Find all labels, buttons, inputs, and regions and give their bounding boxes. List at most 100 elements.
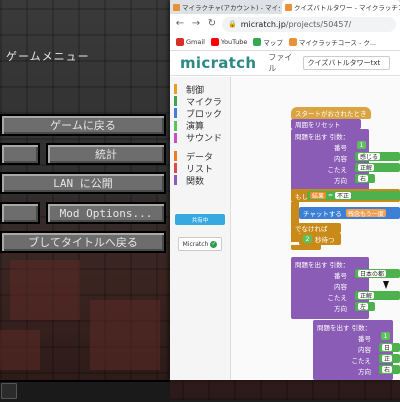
param-answer-label: こたえ [351, 357, 372, 365]
back-to-game-button[interactable]: ゲームに戻る [0, 114, 166, 136]
category-swatch [174, 120, 177, 131]
bookmark-label: マップ [263, 39, 283, 47]
block-workspace[interactable]: スタートがおされたとき 周囲をリセット 問題を出す 引数： 番号 1 内容 感じ… [231, 77, 400, 380]
content-input[interactable]: 感じる [355, 152, 400, 161]
direction-text: 右 [382, 366, 393, 373]
content-input[interactable]: 日本の都 [355, 269, 400, 278]
wait-block[interactable]: 2 秒待つ [299, 233, 341, 245]
account-button[interactable]: Micratch ✓ [178, 237, 222, 251]
micratch-favicon-icon [288, 38, 297, 46]
when-start-block[interactable]: スタートがおされたとき [291, 107, 371, 119]
category-swatch [174, 132, 177, 143]
answer-text: 正解 [358, 164, 375, 171]
param-content-label: 内容 [334, 155, 347, 163]
direction-input[interactable]: 右 [355, 174, 375, 183]
mouse-cursor-icon [383, 281, 389, 289]
category-list[interactable]: リスト [170, 162, 230, 175]
category-functions[interactable]: 関数 [170, 174, 230, 187]
param-direction-label: 方向 [334, 305, 347, 313]
micratch-favicon-icon [173, 3, 180, 11]
category-sound[interactable]: サウンド [170, 132, 230, 144]
category-swatch [174, 108, 177, 119]
direction-input[interactable]: 右 [379, 365, 400, 374]
category-swatch [174, 96, 177, 107]
hotbar-slot [1, 383, 17, 399]
category-data[interactable]: データ [170, 150, 230, 163]
direction-input[interactable]: 左 [355, 302, 375, 311]
wait-seconds-input[interactable]: 2 [303, 235, 312, 243]
reload-icon[interactable]: ↻ [206, 18, 218, 30]
param-content-label: 内容 [358, 346, 371, 354]
category-label: 関数 [186, 176, 205, 187]
mod-options-button[interactable]: Mod Options... [46, 202, 166, 224]
browser-toolbar: ← → ↻ 🔒 micratch.jp/projects/50457/ [170, 14, 400, 34]
direction-text: 右 [358, 175, 369, 182]
micratch-logo[interactable]: micratch [180, 54, 256, 72]
save-and-quit-button[interactable]: ブしてタイトルへ戻る [0, 231, 166, 253]
background-brick [10, 260, 80, 320]
category-operators[interactable]: 演算 [170, 120, 230, 132]
project-name-input[interactable]: クイズバトルタワーtxt [302, 55, 390, 70]
tab-label: マイラクチャ(アカウント) - マイクラ [182, 4, 280, 12]
share-button[interactable]: 共有中 [175, 214, 225, 225]
category-swatch [174, 150, 177, 161]
if-block-arm [291, 202, 299, 242]
tab-quiz-battle-tower[interactable]: クイズバトルタワー - マイクラッチコ... [282, 0, 400, 14]
number-input[interactable]: 1 [357, 141, 366, 149]
category-label: リスト [186, 164, 214, 175]
param-number-label: 番号 [358, 335, 371, 343]
category-control[interactable]: 制御 [170, 83, 230, 96]
content-text: 日本の都 [358, 270, 387, 277]
chat-block[interactable]: チャットする 残念もう一度 [299, 207, 400, 219]
else-label: でなければ [291, 223, 341, 233]
number-input[interactable]: 1 [381, 332, 390, 340]
statistics-button[interactable]: 統計 [46, 143, 166, 165]
forward-arrow-icon[interactable]: → [190, 18, 202, 30]
advancements-button[interactable] [0, 143, 40, 165]
open-to-lan-button[interactable]: LAN に公開 [0, 172, 166, 194]
bookmark-label: マイクラッチコース - ク... [298, 39, 377, 47]
direction-text: 左 [358, 303, 369, 310]
hotbar [0, 380, 170, 402]
block-label: 問題を出す 引数： [295, 133, 350, 141]
options-button[interactable] [0, 202, 40, 224]
block-label: 問題を出す 引数： [317, 324, 372, 332]
block-label: 問題を出す 引数： [295, 261, 350, 269]
bookmark-maps[interactable]: マップ [253, 37, 283, 47]
address-bar[interactable]: 🔒 micratch.jp/projects/50457/ [222, 16, 396, 32]
category-block[interactable]: ブロック [170, 107, 230, 120]
tab-strip: マイラクチャ(アカウント) - マイクラ クイズバトルタワー - マイクラッチコ… [170, 0, 400, 14]
gmail-icon [176, 38, 184, 46]
maps-icon [253, 38, 262, 46]
bookmark-youtube[interactable]: YouTube [210, 38, 247, 46]
param-number-label: 番号 [334, 144, 347, 152]
back-arrow-icon[interactable]: ← [174, 18, 186, 30]
param-direction-label: 方向 [358, 368, 371, 376]
bookmark-gmail[interactable]: Gmail [176, 38, 205, 46]
param-content-label: 内容 [334, 283, 347, 291]
category-label: サウンド [186, 134, 223, 145]
condition-expression[interactable]: 結果 = 不正 [307, 191, 400, 200]
answer-input[interactable]: 正 [379, 354, 400, 363]
content-text: 感じる [358, 153, 381, 160]
variable-result: 結果 [310, 192, 327, 199]
param-direction-label: 方向 [334, 177, 347, 185]
category-label: データ [186, 152, 214, 163]
category-label: 制御 [186, 85, 205, 96]
category-swatch [174, 84, 177, 94]
answer-input[interactable]: 正解 [355, 291, 400, 300]
bookmarks-bar: Gmail YouTube マップ マイクラッチコース - ク... [170, 34, 400, 51]
tab-micratch-account[interactable]: マイラクチャ(アカウント) - マイクラ [170, 0, 280, 14]
bookmark-micratch-course[interactable]: マイクラッチコース - ク... [288, 37, 377, 47]
answer-input[interactable]: 正解 [355, 163, 400, 172]
lock-icon: 🔒 [228, 20, 237, 28]
category-minecraft[interactable]: マイクラ [170, 95, 230, 108]
reset-block[interactable]: 周囲をリセット [291, 119, 361, 129]
if-block-footer [291, 245, 321, 250]
browser-window: マイラクチャ(アカウント) - マイクラ クイズバトルタワー - マイクラッチコ… [170, 0, 400, 380]
tab-label: クイズバトルタワー - マイクラッチコ... [294, 4, 400, 12]
chat-label: チャットする [303, 210, 342, 218]
url-path: /projects/50457/ [285, 19, 352, 29]
content-input[interactable]: 日 [379, 343, 400, 352]
file-menu[interactable]: ファイル [268, 52, 296, 74]
